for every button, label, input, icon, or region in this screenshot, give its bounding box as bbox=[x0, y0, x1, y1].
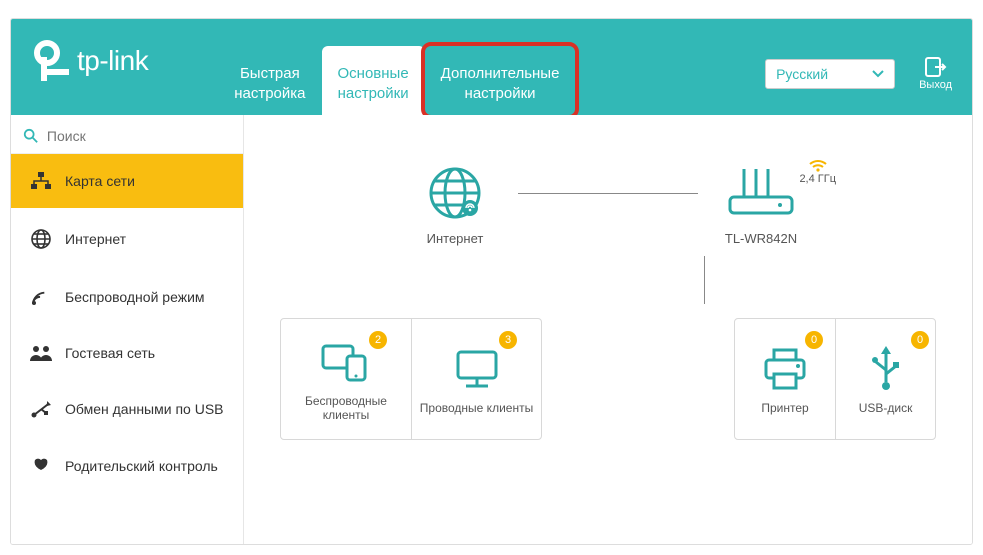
topology-internet-label: Интернет bbox=[427, 231, 484, 246]
topology-router-node[interactable]: 2,4 ГГц TL-WR842N bbox=[706, 165, 816, 246]
sidebar-item-label: Интернет bbox=[65, 231, 126, 248]
search-row[interactable] bbox=[11, 119, 243, 154]
devices-icon bbox=[321, 342, 371, 382]
logout-button[interactable]: Выход bbox=[919, 57, 952, 91]
sidebar-item-usb-share[interactable]: Обмен данными по USB bbox=[11, 383, 243, 440]
sidebar-item-label: Родительский контроль bbox=[65, 458, 218, 475]
monitor-icon bbox=[452, 348, 502, 390]
wifi-icon bbox=[27, 288, 55, 306]
guests-icon bbox=[27, 345, 55, 361]
search-input[interactable] bbox=[47, 128, 231, 144]
usb-card-group: 0 Принтер 0 USB-диск bbox=[734, 318, 936, 440]
search-icon bbox=[23, 127, 39, 145]
wireless-clients-card[interactable]: 2 Беспроводные клиенты bbox=[281, 319, 411, 439]
usb-disk-card[interactable]: 0 USB-диск bbox=[835, 319, 935, 439]
sidebar-item-label: Беспроводной режим bbox=[65, 289, 205, 306]
globe-large-icon bbox=[428, 166, 482, 220]
logout-icon bbox=[925, 57, 947, 77]
sidebar-item-parental[interactable]: Родительский контроль bbox=[11, 440, 243, 496]
card-label: USB-диск bbox=[859, 401, 913, 415]
language-selected: Русский bbox=[776, 66, 828, 82]
sidebar-item-internet[interactable]: Интернет bbox=[11, 211, 243, 270]
chevron-down-icon bbox=[872, 70, 884, 78]
card-label: Проводные клиенты bbox=[420, 401, 533, 415]
printer-icon bbox=[762, 348, 808, 390]
wifi-band-badge: 2,4 ГГц bbox=[799, 159, 836, 185]
topology-internet-node[interactable]: Интернет bbox=[400, 165, 510, 246]
printer-count-badge: 0 bbox=[805, 331, 823, 349]
wired-clients-card[interactable]: 3 Проводные клиенты bbox=[411, 319, 541, 439]
tab-quick-setup[interactable]: Быстрая настройка bbox=[218, 46, 321, 115]
brand-text: tp-link bbox=[77, 45, 148, 77]
header: tp-link Быстрая настройка Основные настр… bbox=[11, 19, 972, 115]
sidebar-item-label: Карта сети bbox=[65, 173, 135, 190]
usb-trident-icon bbox=[869, 346, 903, 392]
sidebar-item-label: Гостевая сеть bbox=[65, 345, 155, 362]
sidebar-item-wireless[interactable]: Беспроводной режим bbox=[11, 270, 243, 327]
sidebar-item-label: Обмен данными по USB bbox=[65, 401, 224, 418]
printer-card[interactable]: 0 Принтер bbox=[735, 319, 835, 439]
wireless-clients-count-badge: 2 bbox=[369, 331, 387, 349]
tabs-nav: Быстрая настройка Основные настройки Доп… bbox=[218, 19, 575, 115]
topology-connector-line bbox=[518, 193, 698, 194]
usb-disk-count-badge: 0 bbox=[911, 331, 929, 349]
language-select[interactable]: Русский bbox=[765, 59, 895, 89]
globe-icon bbox=[27, 229, 55, 249]
sidebar-item-guest[interactable]: Гостевая сеть bbox=[11, 327, 243, 383]
router-icon bbox=[726, 169, 796, 217]
brand-logo: tp-link bbox=[33, 39, 148, 83]
card-label: Принтер bbox=[761, 401, 808, 415]
parental-icon bbox=[27, 458, 55, 474]
usb-icon bbox=[27, 401, 55, 419]
card-label: Беспроводные клиенты bbox=[287, 394, 405, 422]
wired-clients-count-badge: 3 bbox=[499, 331, 517, 349]
topology-router-label: TL-WR842N bbox=[725, 231, 797, 246]
wifi-signal-icon bbox=[809, 159, 827, 173]
network-map-icon bbox=[27, 172, 55, 190]
clients-card-group: 2 Беспроводные клиенты 3 Проводные клиен… bbox=[280, 318, 542, 440]
tab-advanced[interactable]: Дополнительные настройки bbox=[425, 46, 576, 115]
main-panel: Интернет 2,4 ГГц bbox=[243, 115, 972, 544]
topology-connector-vline bbox=[704, 256, 705, 304]
tab-basic[interactable]: Основные настройки bbox=[322, 46, 425, 115]
sidebar: Карта сети Интернет Беспроводной режим Г… bbox=[11, 115, 243, 544]
sidebar-item-network-map[interactable]: Карта сети bbox=[11, 154, 243, 211]
